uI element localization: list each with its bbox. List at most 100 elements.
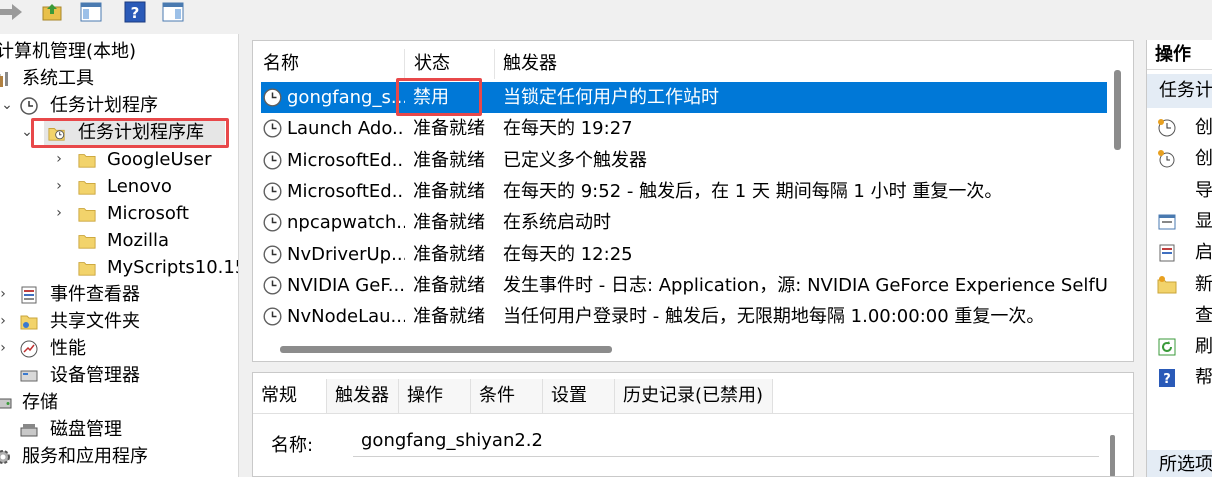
tree-item-label: 共享文件夹 (50, 311, 140, 332)
action-item[interactable]: ? 帮 (1147, 360, 1212, 396)
actions-section-header[interactable]: 任务计 (1147, 74, 1212, 108)
chevron-right-icon[interactable]: › (0, 308, 10, 335)
column-header-status[interactable]: 状态 (414, 49, 450, 79)
tree-item-label: 系统工具 (22, 68, 94, 89)
tree-item-task-scheduler[interactable]: ⌄ 任务计划程序 (0, 92, 238, 119)
tools-icon (0, 72, 8, 87)
chevron-right-icon[interactable]: › (0, 281, 10, 308)
task-name-cell: gongfang_s... (287, 87, 405, 108)
tree-item-label: GoogleUser (107, 149, 212, 170)
task-clock-icon (263, 244, 282, 264)
tree-item-system-tools[interactable]: 系统工具 (0, 65, 238, 92)
tree-item-root[interactable]: 计算机管理(本地) (0, 38, 238, 65)
shared-folder-icon (20, 315, 38, 330)
clock-icon (20, 97, 38, 115)
tree-item-folder-lenovo[interactable]: › Lenovo (0, 173, 238, 200)
column-header-name[interactable]: 名称 (263, 49, 299, 79)
back-arrow-icon[interactable] (0, 4, 22, 20)
column-divider[interactable] (494, 49, 495, 79)
tree-item-label: 任务计划程序 (50, 95, 158, 116)
task-row[interactable]: NVIDIA GeF... 准备就绪 发生事件时 - 日志: Application… (261, 270, 1107, 301)
chevron-right-icon[interactable]: › (52, 200, 66, 227)
tree-item-folder-googleuser[interactable]: › GoogleUser (0, 146, 238, 173)
tree-item-folder-microsoft[interactable]: › Microsoft (0, 200, 238, 227)
tab-history[interactable]: 历史记录(已禁用) (615, 379, 773, 413)
actions-pane: 操作 任务计 创创导显启新查刷? 帮 所选项 (1146, 40, 1212, 477)
annotation-highlight-box (31, 118, 229, 148)
tree-item-label: 设备管理器 (50, 365, 140, 386)
task-row[interactable]: NvDriverUp... 准备就绪 在每天的 12:25 (261, 239, 1107, 270)
tree-item-services-apps[interactable]: 服务和应用程序 (0, 443, 238, 470)
task-name-field[interactable]: gongfang_shiyan2.2 (353, 425, 1099, 457)
actions-pane-header: 操作 (1147, 40, 1212, 70)
tree-item-performance[interactable]: › 性能 (0, 335, 238, 362)
tab-divider (253, 413, 1133, 414)
chevron-right-icon[interactable]: › (52, 146, 66, 173)
tree-item-folder-mozilla[interactable]: Mozilla (0, 227, 238, 254)
detail-vertical-scrollbar[interactable] (1110, 435, 1115, 476)
tab-conditions[interactable]: 条件 (471, 379, 543, 413)
storage-icon (0, 398, 12, 409)
column-divider[interactable] (404, 49, 405, 79)
chevron-right-icon[interactable]: › (52, 173, 66, 200)
tree-item-disk-management[interactable]: 磁盘管理 (0, 416, 238, 443)
tree-item-storage[interactable]: 存储 (0, 389, 238, 416)
task-row[interactable]: MicrosoftEd... 准备就绪 在每天的 9:52 - 触发后，在 1 天 … (261, 176, 1107, 207)
task-name-cell: NvNodeLau... (287, 306, 405, 328)
task-status-cell: 准备就绪 (413, 306, 485, 328)
chevron-right-icon[interactable]: › (0, 335, 10, 362)
tab-triggers[interactable]: 触发器 (327, 379, 399, 413)
tree-item-label: Lenovo (107, 176, 172, 197)
help-icon: ? (124, 1, 146, 23)
tree-item-device-manager[interactable]: 设备管理器 (0, 362, 238, 389)
task-name-cell: MicrosoftEd... (287, 149, 405, 171)
chevron-down-icon[interactable]: ⌄ (0, 92, 14, 119)
disk-management-icon (20, 424, 38, 437)
tree-item-event-viewer[interactable]: › 事件查看器 (0, 281, 238, 308)
task-row[interactable]: gongfang_s... 禁用 当锁定任何用户的工作站时 (261, 82, 1107, 113)
tree-item-label: 存储 (22, 392, 58, 413)
task-name-cell: Launch Ado... (287, 118, 405, 140)
task-clock-icon (263, 213, 282, 232)
task-name-cell: MicrosoftEd... (287, 180, 405, 202)
console-tree: 计算机管理(本地) 系统工具 ⌄ 任务计划程序 ⌄ 任务计划程序库 › Goog… (0, 34, 239, 477)
svg-text:?: ? (131, 4, 140, 22)
folder-icon (78, 181, 96, 195)
tab-actions[interactable]: 操作 (399, 379, 471, 413)
tree-item-label: Microsoft (107, 203, 189, 224)
column-header-trigger[interactable]: 触发器 (503, 49, 557, 79)
tree-item-label: MyScripts10.15 (107, 257, 239, 278)
task-row[interactable]: Launch Ado... 准备就绪 在每天的 19:27 (261, 113, 1107, 144)
tree-item-shared-folders[interactable]: › 共享文件夹 (0, 308, 238, 335)
services-gear-icon (0, 450, 10, 464)
task-name-cell: NvDriverUp... (287, 243, 405, 265)
display-running-tasks-icon (1158, 214, 1176, 230)
create-basic-task-icon (1158, 119, 1176, 137)
task-list-vertical-scrollbar[interactable] (1114, 70, 1121, 150)
task-list-horizontal-scrollbar[interactable] (280, 346, 612, 353)
task-row[interactable]: MicrosoftEd... 准备就绪 已定义多个触发器 (261, 145, 1107, 176)
task-row[interactable]: NvNodeLau... 准备就绪 当任何用户登录时 - 触发后，无限期地每隔 1.… (261, 301, 1107, 332)
help-button[interactable]: ? (122, 0, 148, 24)
tab-general[interactable]: 常规 (253, 379, 327, 413)
action-pane-button[interactable] (160, 0, 186, 24)
device-manager-icon (20, 370, 38, 382)
task-row[interactable]: npcapwatch... 准备就绪 在系统启动时 (261, 207, 1107, 238)
svg-text:?: ? (1163, 372, 1171, 387)
folder-icon (78, 208, 96, 222)
show-hide-console-tree-icon (80, 2, 102, 22)
console-tree-button[interactable] (78, 0, 104, 24)
folder-up-button[interactable] (40, 0, 66, 24)
task-trigger-cell: 在系统启动时 (503, 212, 611, 234)
selected-item-section-header[interactable]: 所选项 (1147, 450, 1212, 477)
task-status-cell: 准备就绪 (413, 212, 485, 234)
pane-splitter[interactable] (240, 34, 252, 477)
task-clock-icon (263, 88, 282, 107)
task-status-cell: 准备就绪 (413, 149, 485, 171)
action-item-label: 帮 (1195, 367, 1212, 389)
task-clock-icon (263, 276, 282, 295)
task-trigger-cell: 当任何用户登录时 - 触发后，无限期地每隔 1.00:00:00 重复一次。 (503, 306, 1045, 328)
tab-settings[interactable]: 设置 (543, 379, 615, 413)
tree-item-folder-myscripts[interactable]: MyScripts10.15 (0, 254, 239, 281)
task-trigger-cell: 已定义多个触发器 (503, 149, 647, 171)
